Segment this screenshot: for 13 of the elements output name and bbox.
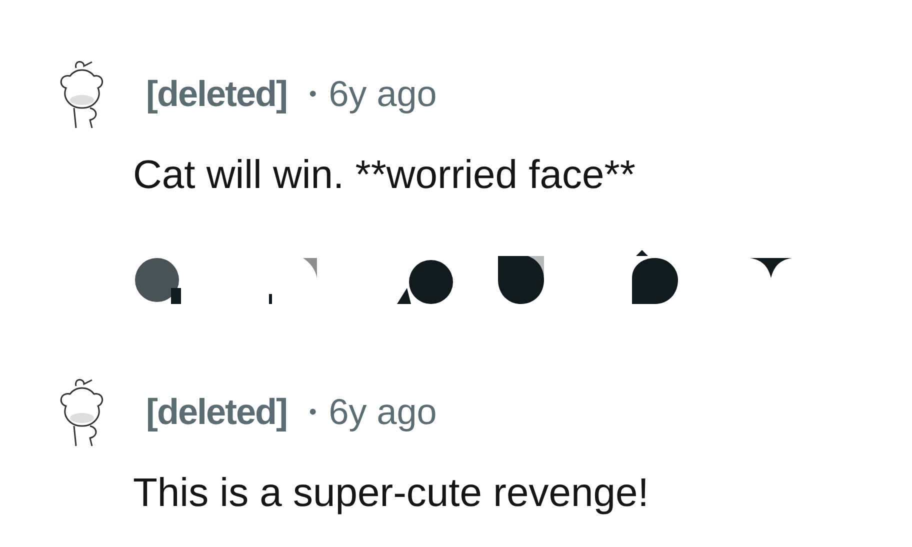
separator-dot: • bbox=[309, 399, 317, 425]
comment-age: 6y ago bbox=[328, 73, 437, 115]
corner-icon[interactable] bbox=[269, 258, 317, 304]
circle-icon[interactable] bbox=[397, 258, 453, 304]
triangle-icon[interactable] bbox=[750, 258, 792, 278]
circle-icon[interactable] bbox=[632, 248, 678, 304]
author-name[interactable]: [deleted] bbox=[146, 73, 288, 115]
comment-age: 6y ago bbox=[328, 391, 437, 433]
comment-text: Cat will win. **worried face** bbox=[133, 152, 636, 198]
circle-icon[interactable] bbox=[135, 258, 181, 304]
separator-dot: • bbox=[309, 81, 317, 107]
comment-text: This is a super-cute revenge! bbox=[133, 470, 649, 516]
author-name[interactable]: [deleted] bbox=[146, 391, 288, 433]
